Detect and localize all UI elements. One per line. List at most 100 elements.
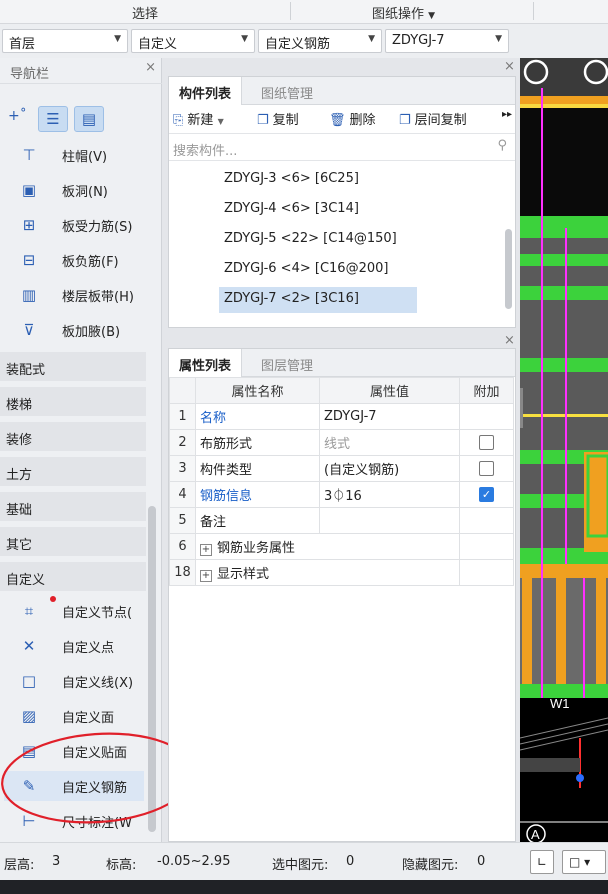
item-select[interactable]: ZDYGJ-7 ▼ [385, 29, 509, 53]
divider [533, 2, 534, 20]
property-value[interactable] [319, 507, 460, 534]
nav-item[interactable]: ⌗ 自定义节点( [18, 596, 146, 626]
nav-item[interactable]: ⊟ 板负筋(F) [18, 245, 158, 275]
copy-button[interactable]: ❐ 复制 [257, 109, 299, 131]
nav-category[interactable]: 基础 [0, 492, 146, 522]
close-icon[interactable]: × [504, 59, 515, 74]
tab-component-list[interactable]: 构件列表 [169, 77, 243, 105]
col-header-name: 属性名称 [195, 377, 320, 404]
property-value[interactable]: 线式 [319, 429, 460, 456]
property-panel: × 属性列表 图层管理 属性名称 属性值 附加 1 名称 ZDYGJ-7 2 布筋形式线… [168, 333, 516, 842]
select-group-label[interactable]: 选择 [132, 3, 158, 22]
axis-label-a: A [531, 827, 540, 842]
component-list-item[interactable]: ZDYGJ-5 <22> [C14@150] [219, 227, 402, 253]
more-icon[interactable]: ▸▸ [502, 109, 512, 131]
property-row[interactable]: 2 布筋形式 线式 [169, 429, 514, 456]
snap-mode-icon[interactable]: □ ▾ [562, 850, 606, 874]
chevron-down-icon: ▼ [217, 117, 224, 126]
checkbox[interactable] [479, 461, 494, 476]
chevron-down-icon: ▼ [368, 34, 375, 44]
top-ribbon: 选择 图纸操作 ▼ [0, 0, 608, 24]
component-list-item[interactable]: ZDYGJ-3 <6> [6C25] [219, 167, 364, 193]
component-list-item[interactable]: ZDYGJ-7 <2> [3C16] [219, 287, 417, 313]
property-row[interactable]: 18 + 显示样式 [169, 559, 514, 586]
checkbox[interactable] [479, 435, 494, 450]
selected-value: 0 [346, 854, 355, 869]
nav-category[interactable]: 装配式 [0, 352, 146, 382]
search-box[interactable]: 搜索构件... ⚲ [169, 135, 515, 161]
tab-drawing-management[interactable]: 图纸管理 [251, 77, 323, 105]
component-list-item[interactable]: ZDYGJ-4 <6> [3C14] [219, 197, 364, 223]
elevation-label: 标高: [106, 858, 137, 873]
list-view-icon[interactable]: ☰ [38, 106, 68, 132]
nav-item[interactable]: ⊞ 板受力筋(S) [18, 210, 158, 240]
nav-item-label: 板负筋(F) [62, 255, 119, 270]
property-row[interactable]: 5 备注 [169, 507, 514, 534]
delete-button[interactable]: 🗑 删除 [329, 109, 376, 131]
nav-item[interactable]: ✕ 自定义点 [18, 631, 146, 661]
nav-item-label: 自定义点 [62, 641, 115, 656]
nav-title: 导航栏 × [0, 58, 162, 84]
slab-haunch-icon: ⊽ [23, 321, 35, 339]
add-star-icon[interactable]: +˚ [8, 108, 27, 130]
nav-category[interactable]: 土方 [0, 457, 146, 487]
nav-item[interactable]: ⊽ 板加腋(B) [18, 315, 158, 345]
nav-item-label: 自定义节点( [62, 606, 133, 621]
category-select[interactable]: 自定义 ▼ [131, 29, 255, 53]
tab-property-list[interactable]: 属性列表 [169, 349, 243, 377]
floor-band-icon: ▥ [21, 286, 37, 304]
column-cap-icon: ⊤ [22, 146, 36, 164]
axis-label-w1: W1 [550, 696, 570, 711]
nav-item[interactable]: ⊤ 柱帽(V) [18, 140, 158, 170]
notification-dot [50, 596, 56, 602]
row-number: 4 [169, 481, 196, 508]
close-icon[interactable]: × [145, 60, 156, 75]
slab-rebar-icon: ⊞ [22, 216, 36, 234]
property-extra [459, 507, 514, 534]
nav-item[interactable]: ▥ 楼层板带(H) [18, 280, 158, 310]
new-doc-icon: ⎘ [173, 113, 184, 128]
navigation-panel: 导航栏 × +˚ ☰ ▤ ⊤ 柱帽(V) ▣ 板洞(N) ⊞ 板受力筋(S) ⊟ 板负筋(F) ▥… [0, 58, 195, 842]
type-select[interactable]: 自定义钢筋 ▼ [258, 29, 382, 53]
new-button[interactable]: ⎘ 新建 ▼ [173, 109, 224, 131]
nav-category[interactable]: 其它 [0, 527, 146, 557]
property-group[interactable]: + 显示样式 [195, 559, 460, 586]
drawing-ops-label[interactable]: 图纸操作 ▼ [372, 3, 435, 22]
search-icon[interactable]: ⚲ [497, 138, 507, 153]
detail-view-icon[interactable]: ▤ [74, 106, 104, 132]
row-number: 1 [169, 403, 196, 430]
nav-category[interactable]: 装修 [0, 422, 146, 452]
ortho-mode-icon[interactable]: ∟ [530, 850, 554, 874]
floor-select[interactable]: 首层 ▼ [2, 29, 128, 53]
expand-icon[interactable]: + [200, 544, 212, 556]
nav-category[interactable]: 楼梯 [0, 387, 146, 417]
property-group[interactable]: + 钢筋业务属性 [195, 533, 460, 560]
hidden-value: 0 [477, 854, 486, 869]
row-number: 6 [169, 533, 196, 560]
nav-category[interactable]: 自定义 [0, 562, 146, 592]
selector-bar: 首层 ▼ 自定义 ▼ 自定义钢筋 ▼ ZDYGJ-7 ▼ [0, 24, 608, 58]
property-value[interactable]: ZDYGJ-7 [319, 403, 460, 430]
nav-item[interactable]: ▣ 板洞(N) [18, 175, 158, 205]
expand-icon[interactable]: + [200, 570, 212, 582]
floor-copy-button[interactable]: ❐ 层间复制 [399, 109, 467, 131]
component-list-item[interactable]: ZDYGJ-6 <4> [C16@200] [219, 257, 393, 283]
drawing-canvas[interactable]: W1 A [520, 58, 608, 842]
tab-layer-management[interactable]: 图层管理 [251, 349, 323, 377]
search-input[interactable]: 搜索构件... [173, 140, 237, 159]
copy-icon: ❐ [257, 113, 269, 128]
property-extra [459, 533, 514, 560]
nav-item[interactable]: □ 自定义线(X) [18, 666, 146, 696]
property-value[interactable]: 3⏀16 [319, 481, 460, 508]
component-list-panel: × 构件列表 图纸管理 ⎘ 新建 ▼ ❐ 复制 🗑 删除 ❐ 层间复制 ▸▸ 搜索构件.… [168, 59, 516, 328]
floor-height-label: 层高: [4, 858, 35, 873]
elevation-value: -0.05~2.95 [157, 854, 231, 869]
property-row[interactable]: 4 钢筋信息 3⏀16 ✓ [169, 481, 514, 508]
property-value[interactable]: (自定义钢筋) [319, 455, 460, 482]
close-icon[interactable]: × [504, 333, 515, 348]
property-row[interactable]: 1 名称 ZDYGJ-7 [169, 403, 514, 430]
property-row[interactable]: 3 构件类型 (自定义钢筋) [169, 455, 514, 482]
checkbox-checked[interactable]: ✓ [479, 487, 494, 502]
list-scrollbar[interactable] [505, 229, 512, 309]
property-row[interactable]: 6 + 钢筋业务属性 [169, 533, 514, 560]
